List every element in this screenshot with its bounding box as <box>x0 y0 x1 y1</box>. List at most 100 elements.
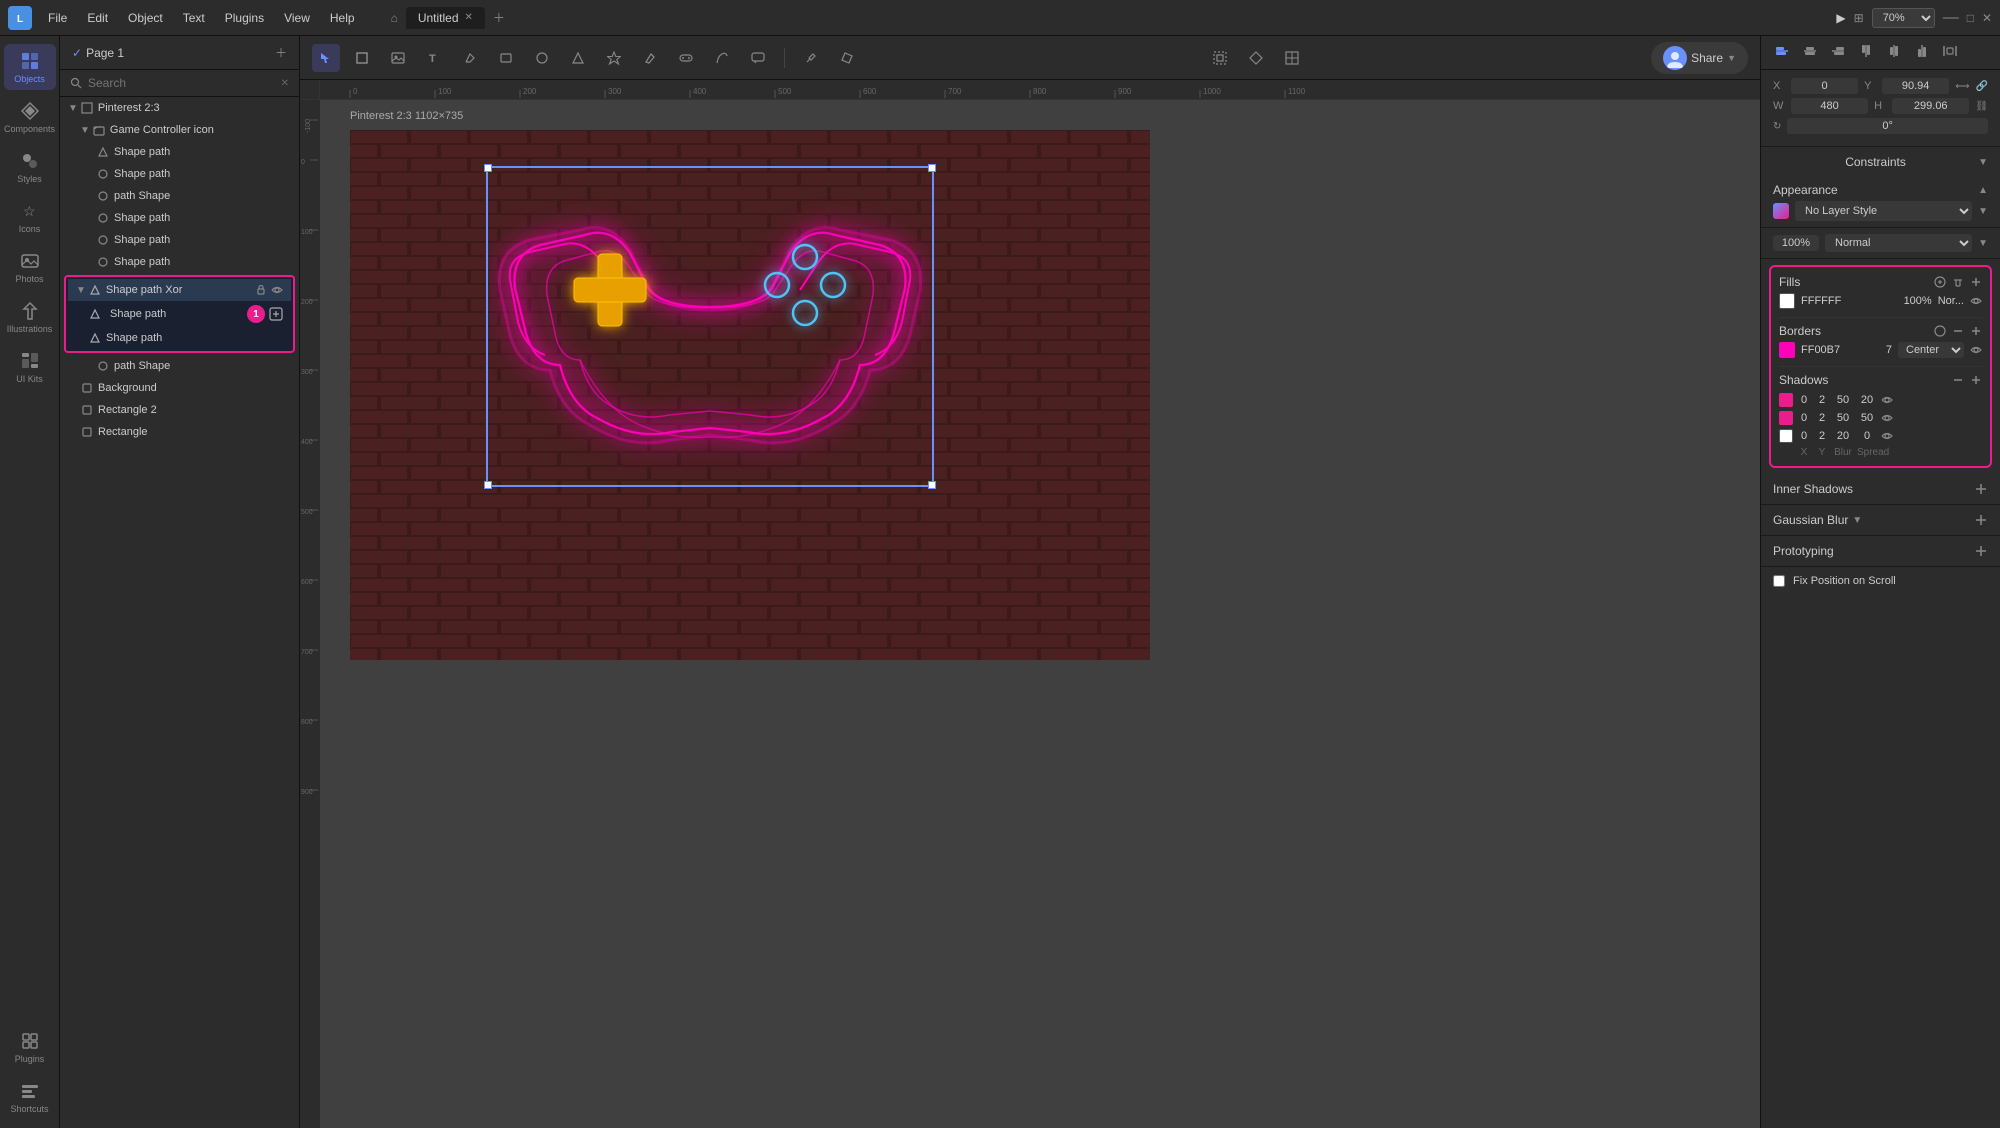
layer-item-background[interactable]: Background <box>60 377 299 399</box>
menu-object[interactable]: Object <box>120 7 171 29</box>
fills-add-icon[interactable] <box>1970 276 1982 288</box>
tab-add-button[interactable]: ＋ <box>485 5 513 30</box>
eye-icon[interactable] <box>271 284 283 296</box>
star-tool[interactable] <box>600 44 628 72</box>
align-middle-icon[interactable] <box>1883 42 1905 63</box>
opacity-value[interactable]: 100% <box>1773 235 1819 251</box>
layer-style-chevron[interactable]: ▼ <box>1978 206 1988 217</box>
shadow2-color-swatch[interactable] <box>1779 411 1793 425</box>
shadows-add-icon[interactable] <box>1970 374 1982 386</box>
layer-item-sp9[interactable]: path Shape <box>60 355 299 377</box>
menu-view[interactable]: View <box>276 7 318 29</box>
layer-item-rect[interactable]: Rectangle <box>60 421 299 443</box>
shadow3-visibility-icon[interactable] <box>1881 430 1893 442</box>
w-value[interactable]: 480 <box>1791 98 1868 114</box>
menu-edit[interactable]: Edit <box>79 7 116 29</box>
sidebar-item-styles[interactable]: Styles <box>4 144 56 190</box>
align-center-h-icon[interactable] <box>1799 42 1821 63</box>
sidebar-item-components[interactable]: Components <box>4 94 56 140</box>
transform-tool[interactable] <box>1206 44 1234 72</box>
sidebar-item-photos[interactable]: Photos <box>4 244 56 290</box>
select-tool[interactable] <box>312 44 340 72</box>
borders-delete-icon[interactable] <box>1952 325 1964 337</box>
search-input[interactable] <box>88 76 275 90</box>
fill-color-swatch[interactable] <box>1779 293 1795 309</box>
sidebar-item-shortcuts[interactable]: Shortcuts <box>4 1074 56 1120</box>
blend-mode-select[interactable]: Normal <box>1825 234 1972 252</box>
canvas-viewport[interactable]: Pinterest 2:3 1102×735 <box>320 100 1760 1128</box>
pen-tool[interactable] <box>456 44 484 72</box>
border-align-select[interactable]: CenterInsideOutside <box>1898 342 1964 358</box>
fix-position-checkbox[interactable] <box>1773 575 1785 587</box>
border-color-swatch[interactable] <box>1779 342 1795 358</box>
distribute-h-icon[interactable] <box>1939 42 1961 63</box>
canvas-frame[interactable] <box>350 130 1760 1128</box>
prototyping-add-icon[interactable] <box>1974 544 1988 558</box>
layer-item-spxor[interactable]: ▼ Shape path Xor <box>68 279 291 301</box>
triangle-tool[interactable] <box>564 44 592 72</box>
shadow1-visibility-icon[interactable] <box>1881 394 1893 406</box>
h-value[interactable]: 299.06 <box>1892 98 1969 114</box>
minimize-button[interactable]: — <box>1943 9 1959 27</box>
close-window-button[interactable]: ✕ <box>1982 11 1992 25</box>
x-value[interactable]: 0 <box>1791 78 1858 94</box>
sidebar-item-illustrations[interactable]: Illustrations <box>4 294 56 340</box>
align-bottom-icon[interactable] <box>1911 42 1933 63</box>
components-tool[interactable] <box>1242 44 1270 72</box>
blend-chevron[interactable]: ▼ <box>1978 238 1988 249</box>
borders-add-icon[interactable] <box>1970 325 1982 337</box>
sidebar-item-uikits[interactable]: UI Kits <box>4 344 56 390</box>
border-visibility-icon[interactable] <box>1970 344 1982 356</box>
shadow2-visibility-icon[interactable] <box>1881 412 1893 424</box>
menu-file[interactable]: File <box>40 7 75 29</box>
pencil-tool[interactable] <box>636 44 664 72</box>
layer-item-sp6[interactable]: Shape path <box>60 251 299 273</box>
frame-tool[interactable] <box>348 44 376 72</box>
layer-item-game-controller[interactable]: ▼ Game Controller icon <box>60 119 299 141</box>
gaussian-blur-chevron[interactable]: ▼ <box>1852 515 1862 526</box>
text-tool[interactable]: T <box>420 44 448 72</box>
rotation-value[interactable]: 0° <box>1787 118 1988 134</box>
play-button[interactable]: ▶ <box>1836 11 1845 25</box>
layer-item-sp4[interactable]: Shape path <box>60 207 299 229</box>
comment-tool[interactable] <box>744 44 772 72</box>
layer-item-sp5[interactable]: Shape path <box>60 229 299 251</box>
fills-delete-icon[interactable] <box>1952 276 1964 288</box>
layer-style-select[interactable]: No Layer Style <box>1795 201 1972 221</box>
tab-close-icon[interactable]: ✕ <box>465 12 473 23</box>
image-tool[interactable] <box>384 44 412 72</box>
home-button[interactable]: ⌂ <box>383 7 406 29</box>
layer-item-pinterest[interactable]: ▼ Pinterest 2:3 <box>60 97 299 119</box>
vector-tool[interactable] <box>708 44 736 72</box>
fills-settings-icon[interactable] <box>1934 276 1946 288</box>
document-tab[interactable]: Untitled ✕ <box>406 7 485 29</box>
menu-text[interactable]: Text <box>175 7 213 29</box>
layer-item-sp2[interactable]: Shape path <box>60 163 299 185</box>
circle-tool[interactable] <box>528 44 556 72</box>
game-controller-container[interactable] <box>490 170 930 483</box>
fill-visibility-icon[interactable] <box>1970 295 1982 307</box>
zoom-select[interactable]: 70%100%50% <box>1872 8 1935 28</box>
maximize-button[interactable]: □ <box>1967 11 1974 25</box>
paint-tool[interactable] <box>833 44 861 72</box>
menu-plugins[interactable]: Plugins <box>217 7 272 29</box>
y-value[interactable]: 90.94 <box>1882 78 1949 94</box>
layer-item-sp7[interactable]: Shape path 1 <box>68 301 291 327</box>
align-left-icon[interactable] <box>1771 42 1793 63</box>
eyedropper-tool[interactable] <box>797 44 825 72</box>
layer-item-sp3[interactable]: path Shape <box>60 185 299 207</box>
grid-view-button[interactable]: ⊞ <box>1854 11 1864 25</box>
align-top-icon[interactable] <box>1855 42 1877 63</box>
constraints-toggle-icon[interactable]: ▼ <box>1978 157 1988 168</box>
appearance-collapse-icon[interactable]: ▲ <box>1978 185 1988 196</box>
layer-item-rect2[interactable]: Rectangle 2 <box>60 399 299 421</box>
rect-tool[interactable] <box>492 44 520 72</box>
game-controller-tool[interactable] <box>672 44 700 72</box>
share-button[interactable]: Share ▼ <box>1651 42 1748 74</box>
shadow1-color-swatch[interactable] <box>1779 393 1793 407</box>
search-clear-button[interactable]: ✕ <box>281 78 289 89</box>
sidebar-item-plugins[interactable]: Plugins <box>4 1024 56 1070</box>
layer-item-sp8[interactable]: Shape path <box>68 327 291 349</box>
shadows-delete-icon[interactable] <box>1952 374 1964 386</box>
gaussian-blur-add-icon[interactable] <box>1974 513 1988 527</box>
